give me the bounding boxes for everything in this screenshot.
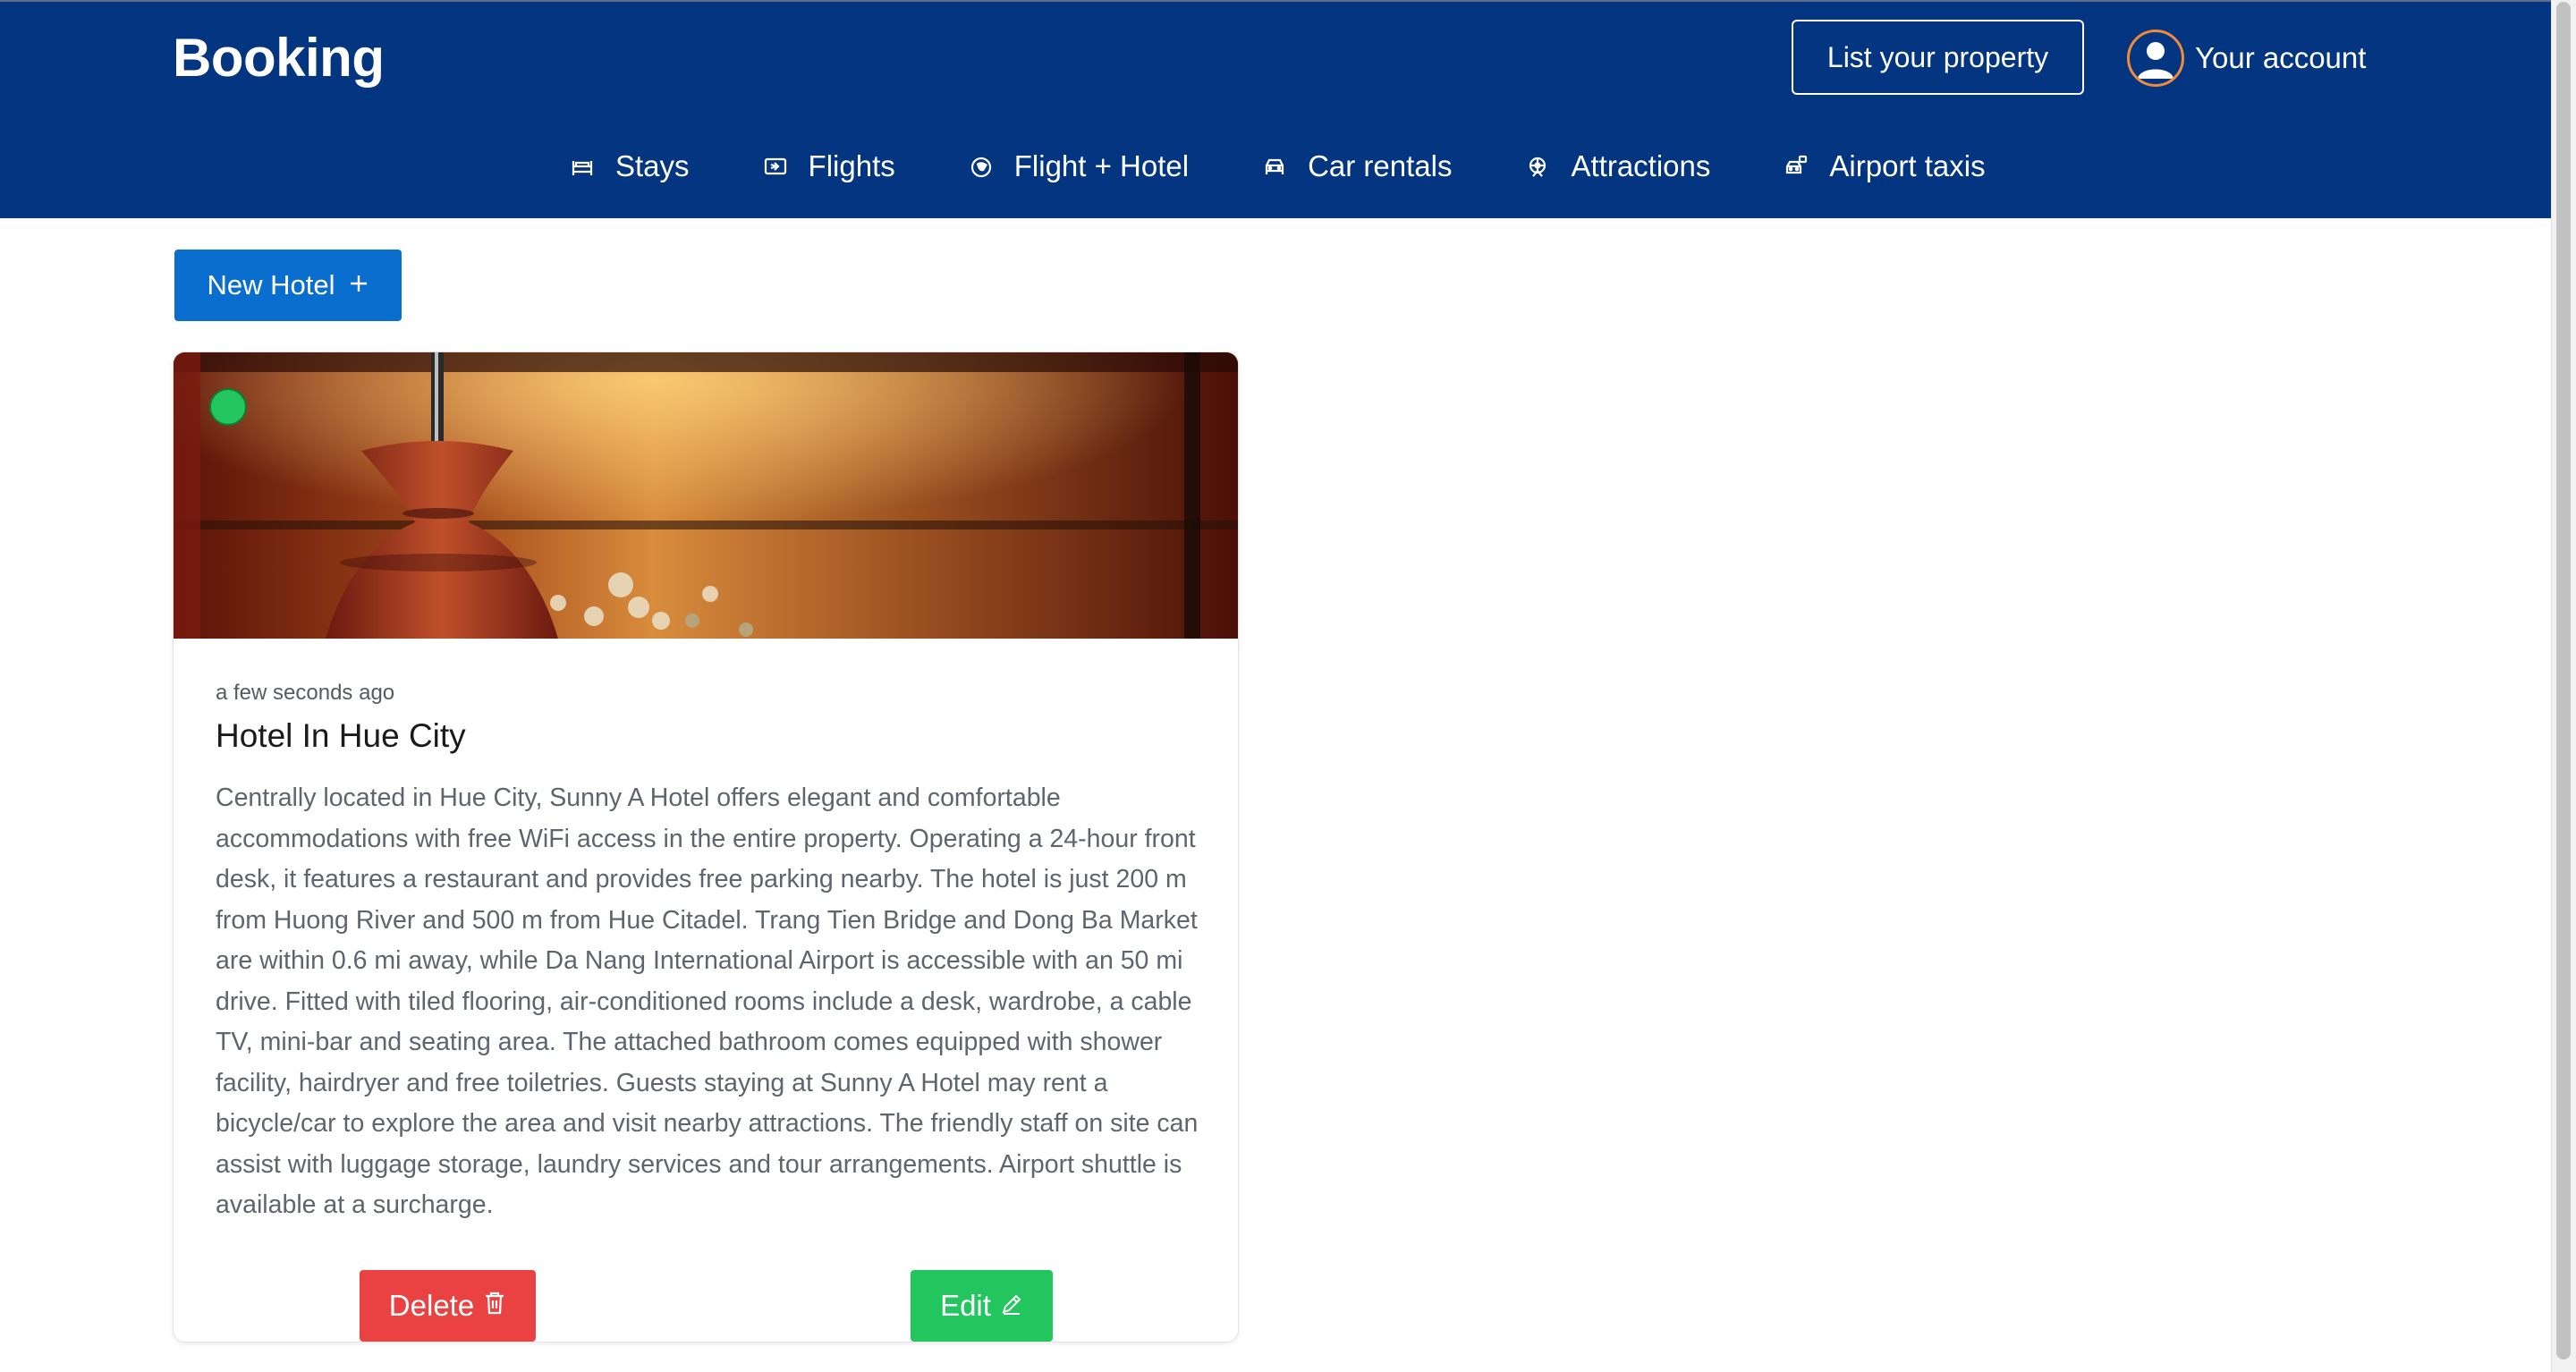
edit-button[interactable]: Edit [911,1270,1053,1342]
page-scrollbar-thumb[interactable] [2556,2,2571,1359]
nav-flight-hotel[interactable]: Flight + Hotel [968,149,1189,183]
delete-label: Delete [388,1289,475,1322]
avatar-icon [2127,30,2184,87]
car-icon [1261,153,1288,180]
edit-label: Edit [940,1289,991,1322]
nav-attractions[interactable]: Attractions [1524,149,1710,183]
main-nav: Stays Flights Flight + Hotel Car rentals [0,145,2551,188]
status-indicator [209,388,247,426]
nav-attractions-label: Attractions [1571,149,1711,182]
trash-icon [483,1289,506,1323]
new-hotel-label: New Hotel [207,269,335,301]
nav-flight-hotel-label: Flight + Hotel [1013,149,1190,182]
new-hotel-button[interactable]: New Hotel [174,250,402,321]
list-property-button[interactable]: List your property [1792,20,2084,95]
plane-ticket-icon [762,153,789,180]
ferris-wheel-icon [1524,153,1551,180]
nav-stays-label: Stays [615,149,690,182]
hotel-timestamp: a few seconds ago [216,681,395,705]
hotel-name: Hotel In Hue City [216,717,466,754]
nav-flights-label: Flights [808,149,895,182]
brand-logo[interactable]: Booking [173,27,385,89]
globe-plane-icon [968,153,995,180]
nav-car-rentals-label: Car rentals [1308,149,1453,182]
pencil-icon [1000,1289,1023,1323]
delete-button[interactable]: Delete [360,1270,536,1342]
hotel-image [174,352,1238,639]
bed-icon [569,153,596,180]
nav-flights[interactable]: Flights [762,149,895,183]
account-label: Your account [2195,41,2367,74]
nav-airport-taxis-label: Airport taxis [1829,149,1986,182]
top-header: Booking List your property Your account … [0,0,2551,218]
nav-airport-taxis[interactable]: Airport taxis [1783,149,1986,183]
account-menu[interactable]: Your account [2127,29,2366,88]
nav-stays[interactable]: Stays [569,149,690,183]
hotel-card: a few seconds ago Hotel In Hue City Cent… [173,351,1239,1342]
nav-car-rentals[interactable]: Car rentals [1261,149,1452,183]
hotel-description: Centrally located in Hue City, Sunny A H… [216,783,1199,1219]
plus-icon [348,269,369,301]
taxi-icon [1783,153,1809,180]
